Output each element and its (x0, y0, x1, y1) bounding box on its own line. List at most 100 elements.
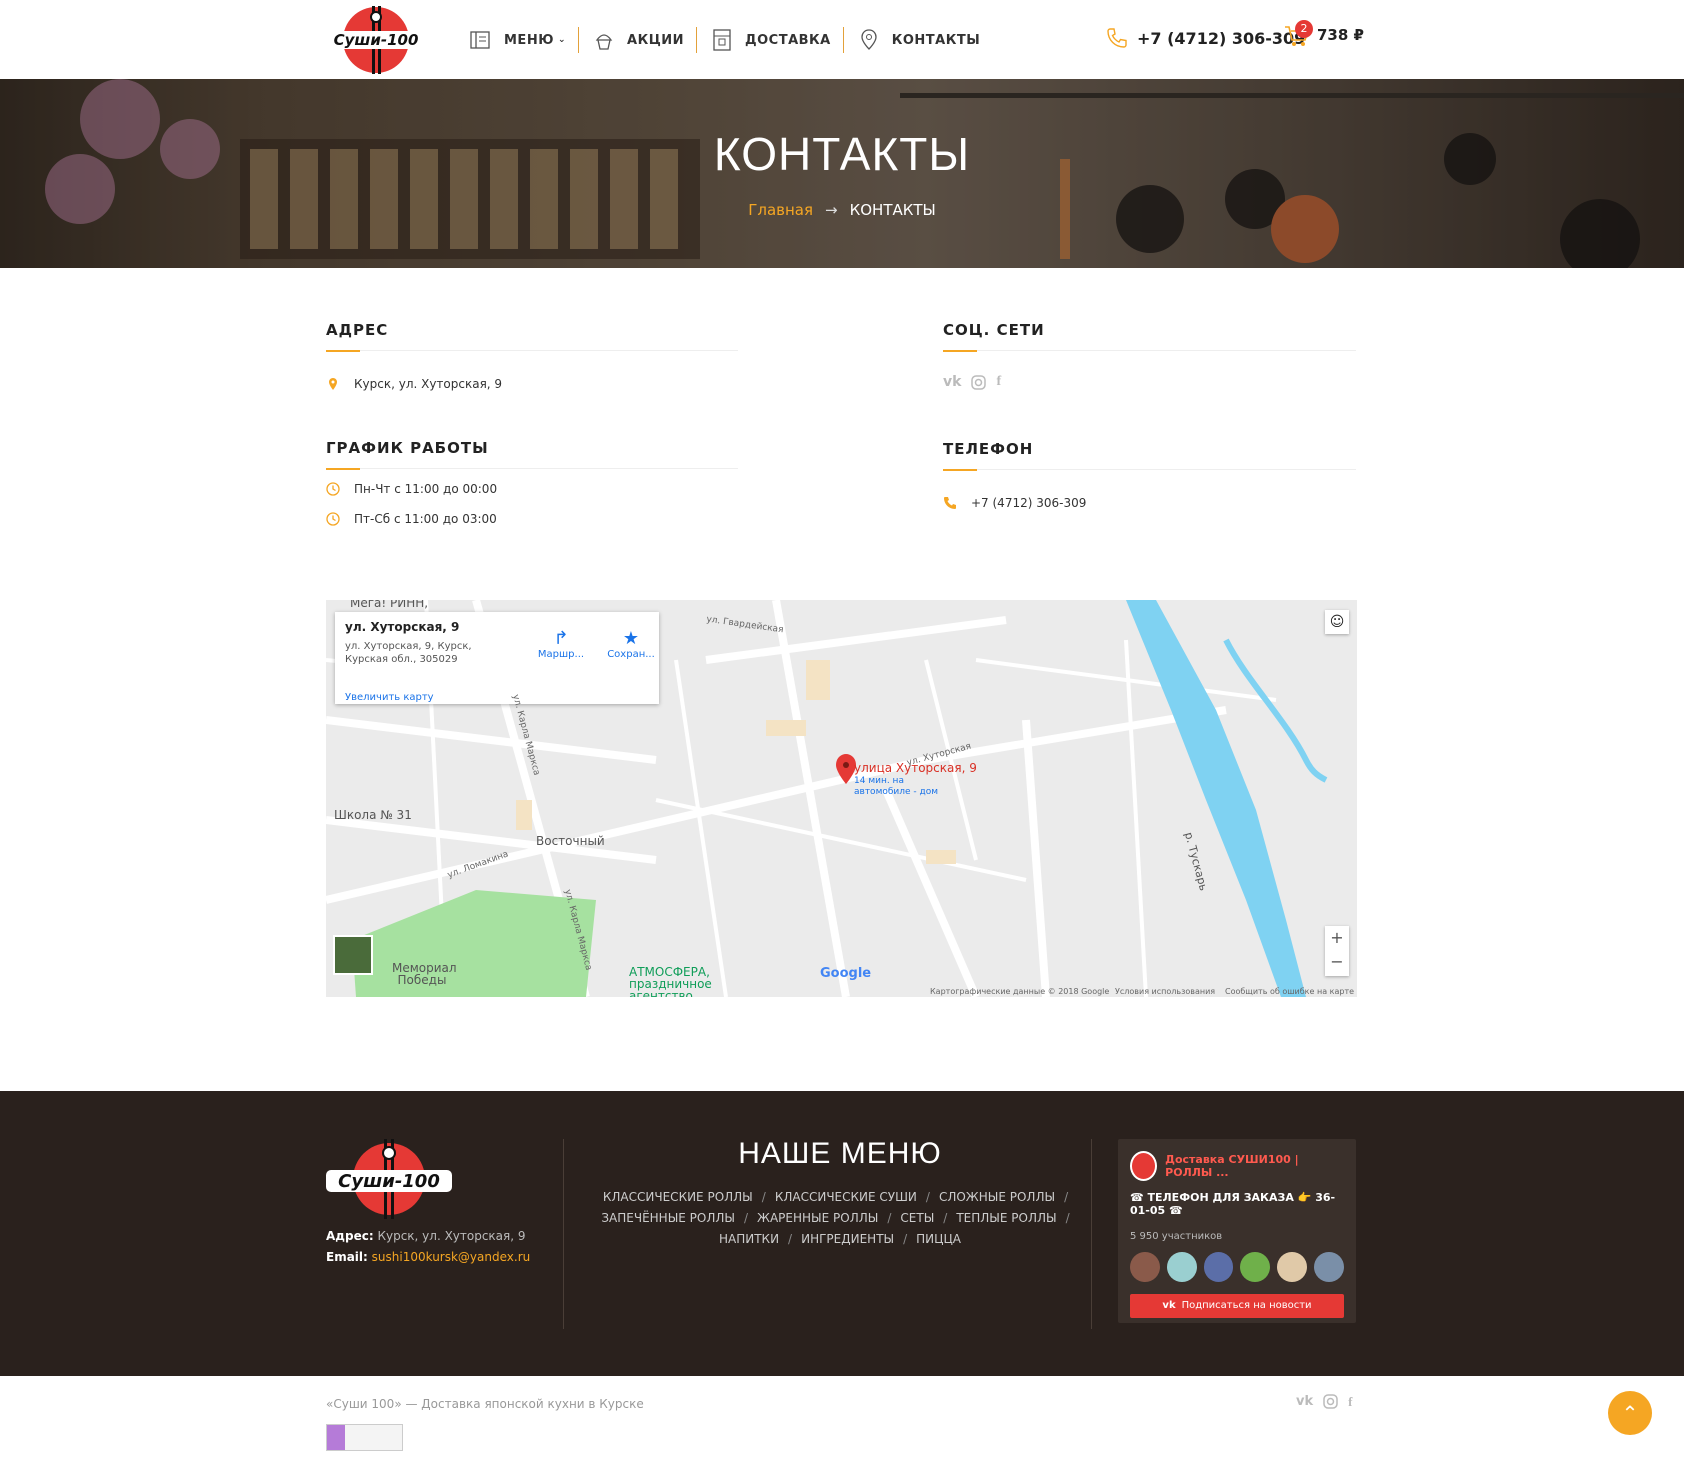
vk-subscribe-label: Подписаться на новости (1181, 1300, 1312, 1311)
cart-button[interactable]: 2 738 ₽ (1283, 20, 1364, 48)
zoom-in-button[interactable]: + (1325, 926, 1349, 950)
scroll-to-top-button[interactable]: ⌃ (1608, 1391, 1652, 1435)
map-pin-icon (861, 29, 877, 50)
metrika-logo-icon (327, 1425, 345, 1450)
avatar[interactable] (1203, 1252, 1234, 1282)
schedule-row: Пт-Сб с 11:00 до 03:00 (326, 512, 497, 526)
social-links: vk f (943, 374, 1001, 390)
nav-item-promotions[interactable]: АКЦИИ (579, 27, 698, 53)
footer-menu-link[interactable]: ПИЦЦА (916, 1232, 961, 1246)
avatar[interactable] (1240, 1252, 1271, 1282)
map-route-label: Маршр... (537, 649, 585, 660)
pegman-icon[interactable]: ☺ (1325, 610, 1349, 634)
nav-item-contacts[interactable]: КОНТАКТЫ (844, 27, 992, 53)
map-attribution: Картографические данные © 2018 Google (930, 987, 1110, 996)
vk-subscribe-button[interactable]: vk Подписаться на новости (1130, 1294, 1344, 1318)
google-map[interactable]: ул. Хуторская, 9 ул. Хуторская, 9, Курск… (326, 600, 1357, 997)
footer-email-label: Email: (326, 1250, 368, 1264)
breadcrumb-arrow: → (825, 201, 838, 219)
page-title: КОНТАКТЫ (713, 128, 971, 180)
zoom-out-button[interactable]: − (1325, 950, 1349, 974)
map-label-atmosphere: АТМОСФЕРА, праздничное агентство (629, 965, 712, 997)
location-pin-icon (329, 378, 337, 390)
instagram-icon[interactable] (971, 374, 987, 390)
vk-group-status: ☎ ТЕЛЕФОН ДЛЯ ЗАКАЗА 👉 36-01-05 ☎ (1130, 1191, 1336, 1217)
phone-divider (943, 469, 1356, 471)
phone-heading: ТЕЛЕФОН (943, 440, 1034, 458)
map-save-label: Сохран... (607, 649, 655, 660)
nav-item-menu[interactable]: МЕНЮ ⌄ (468, 27, 580, 53)
cart-total: 738 ₽ (1317, 26, 1364, 44)
footer-logo[interactable]: Суши-100 (326, 1139, 452, 1219)
vk-icon: vk (1162, 1300, 1176, 1311)
clock-icon (326, 512, 340, 526)
menu-book-icon (470, 31, 490, 49)
cupcake-icon (595, 34, 613, 50)
footer-menu-link[interactable]: НАПИТКИ (719, 1232, 779, 1246)
map-terms-link[interactable]: Условия использования (1115, 987, 1215, 996)
main-nav: МЕНЮ ⌄ АКЦИИ ДОСТАВКА КОНТАКТЫ (468, 24, 992, 56)
footer-menu-link[interactable]: СЕТЫ (900, 1211, 934, 1225)
site-footer: Суши-100 Адрес: Курск, ул. Хуторская, 9 … (0, 1091, 1684, 1376)
breadcrumb-current: КОНТАКТЫ (849, 201, 936, 219)
map-label-mall: Мега! РИНН, (350, 600, 429, 610)
vk-icon[interactable]: vk (943, 374, 961, 390)
footer-logo-text: Суши-100 (338, 1171, 440, 1192)
map-zoom-controls: + − (1325, 926, 1349, 976)
footer-menu-link[interactable]: КЛАССИЧЕСКИЕ РОЛЛЫ (603, 1190, 753, 1204)
schedule-divider (326, 468, 738, 470)
schedule-row: Пн-Чт с 11:00 до 00:00 (326, 482, 497, 496)
map-save-button[interactable]: ★ Сохран... (603, 628, 659, 660)
vk-icon[interactable]: vk (1296, 1394, 1313, 1410)
map-label-memorial: Мемориал Победы (392, 961, 457, 987)
vk-group-avatar[interactable] (1130, 1151, 1158, 1181)
footer-menu-link[interactable]: ЖАРЕННЫЕ РОЛЛЫ (757, 1211, 878, 1225)
instagram-icon[interactable] (1323, 1394, 1338, 1409)
star-icon: ★ (622, 628, 640, 649)
footer-menu-link[interactable]: ЗАПЕЧЁННЫЕ РОЛЛЫ (601, 1211, 735, 1225)
footer-menu-title: НАШЕ МЕНЮ (738, 1137, 942, 1170)
cart-count-badge: 2 (1295, 20, 1313, 38)
phone-row[interactable]: +7 (4712) 306-309 (943, 496, 1086, 510)
copyright: «Суши 100» — Доставка японской кухни в К… (326, 1397, 644, 1411)
phone-icon (1107, 28, 1127, 48)
bottom-social-links: vk f (1296, 1394, 1352, 1410)
delivery-icon (713, 29, 731, 51)
directions-icon: ↱ (553, 628, 569, 649)
footer-menu-link[interactable]: КЛАССИЧЕСКИЕ СУШИ (775, 1190, 917, 1204)
nav-label-contacts: КОНТАКТЫ (891, 32, 981, 48)
facebook-icon[interactable]: f (1348, 1394, 1352, 1410)
footer-menu-link[interactable]: ТЕПЛЫЕ РОЛЛЫ (956, 1211, 1056, 1225)
header-phone-number: +7 (4712) 306-309 (1137, 28, 1306, 48)
map-label-school: Школа № 31 (334, 808, 412, 822)
vk-group-name[interactable]: Доставка СУШИ100 | РОЛЛЫ ... (1165, 1153, 1344, 1179)
breadcrumb-home-link[interactable]: Главная (748, 201, 813, 219)
site-header: Суши-100 МЕНЮ ⌄ АКЦИИ ДОСТАВКА КОНТАКТЫ … (0, 0, 1684, 79)
breadcrumb: Главная → КОНТАКТЫ (0, 201, 1684, 219)
logo[interactable]: Суши-100 (334, 6, 418, 74)
header-phone[interactable]: +7 (4712) 306-309 (1105, 26, 1305, 50)
avatar[interactable] (1130, 1252, 1160, 1282)
avatar[interactable] (1166, 1252, 1197, 1282)
schedule-weekend: Пт-Сб с 11:00 до 03:00 (354, 512, 497, 526)
google-logo: Google (820, 966, 872, 981)
nav-item-delivery[interactable]: ДОСТАВКА (697, 27, 844, 53)
footer-email-link[interactable]: sushi100kursk@yandex.ru (372, 1250, 531, 1264)
address-text: Курск, ул. Хуторская, 9 (354, 377, 503, 391)
metrika-counter-badge[interactable] (326, 1424, 403, 1451)
phone-text: +7 (4712) 306-309 (971, 496, 1087, 510)
avatar[interactable] (1277, 1252, 1308, 1282)
footer-menu-link[interactable]: СЛОЖНЫЕ РОЛЛЫ (939, 1190, 1055, 1204)
nav-label-delivery: ДОСТАВКА (745, 32, 831, 48)
facebook-icon[interactable]: f (996, 374, 1001, 390)
vk-group-widget: Доставка СУШИ100 | РОЛЛЫ ... ☎ ТЕЛЕФОН Д… (1118, 1139, 1356, 1323)
logo-text: Суши-100 (334, 31, 418, 49)
map-route-button[interactable]: ↱ Маршр... (533, 628, 589, 660)
footer-menu-link[interactable]: ИНГРЕДИЕНТЫ (801, 1232, 894, 1246)
chevron-up-icon: ⌃ (1621, 1401, 1639, 1425)
nav-label-menu: МЕНЮ (504, 32, 554, 48)
map-report-link[interactable]: Сообщить об ошибке на карте (1225, 987, 1354, 996)
footer-menu-links: КЛАССИЧЕСКИЕ РОЛЛЫ / КЛАССИЧЕСКИЕ СУШИ / СЛО… (601, 1190, 1070, 1246)
map-enlarge-link[interactable]: Увеличить карту (345, 692, 434, 703)
avatar[interactable] (1314, 1252, 1344, 1282)
